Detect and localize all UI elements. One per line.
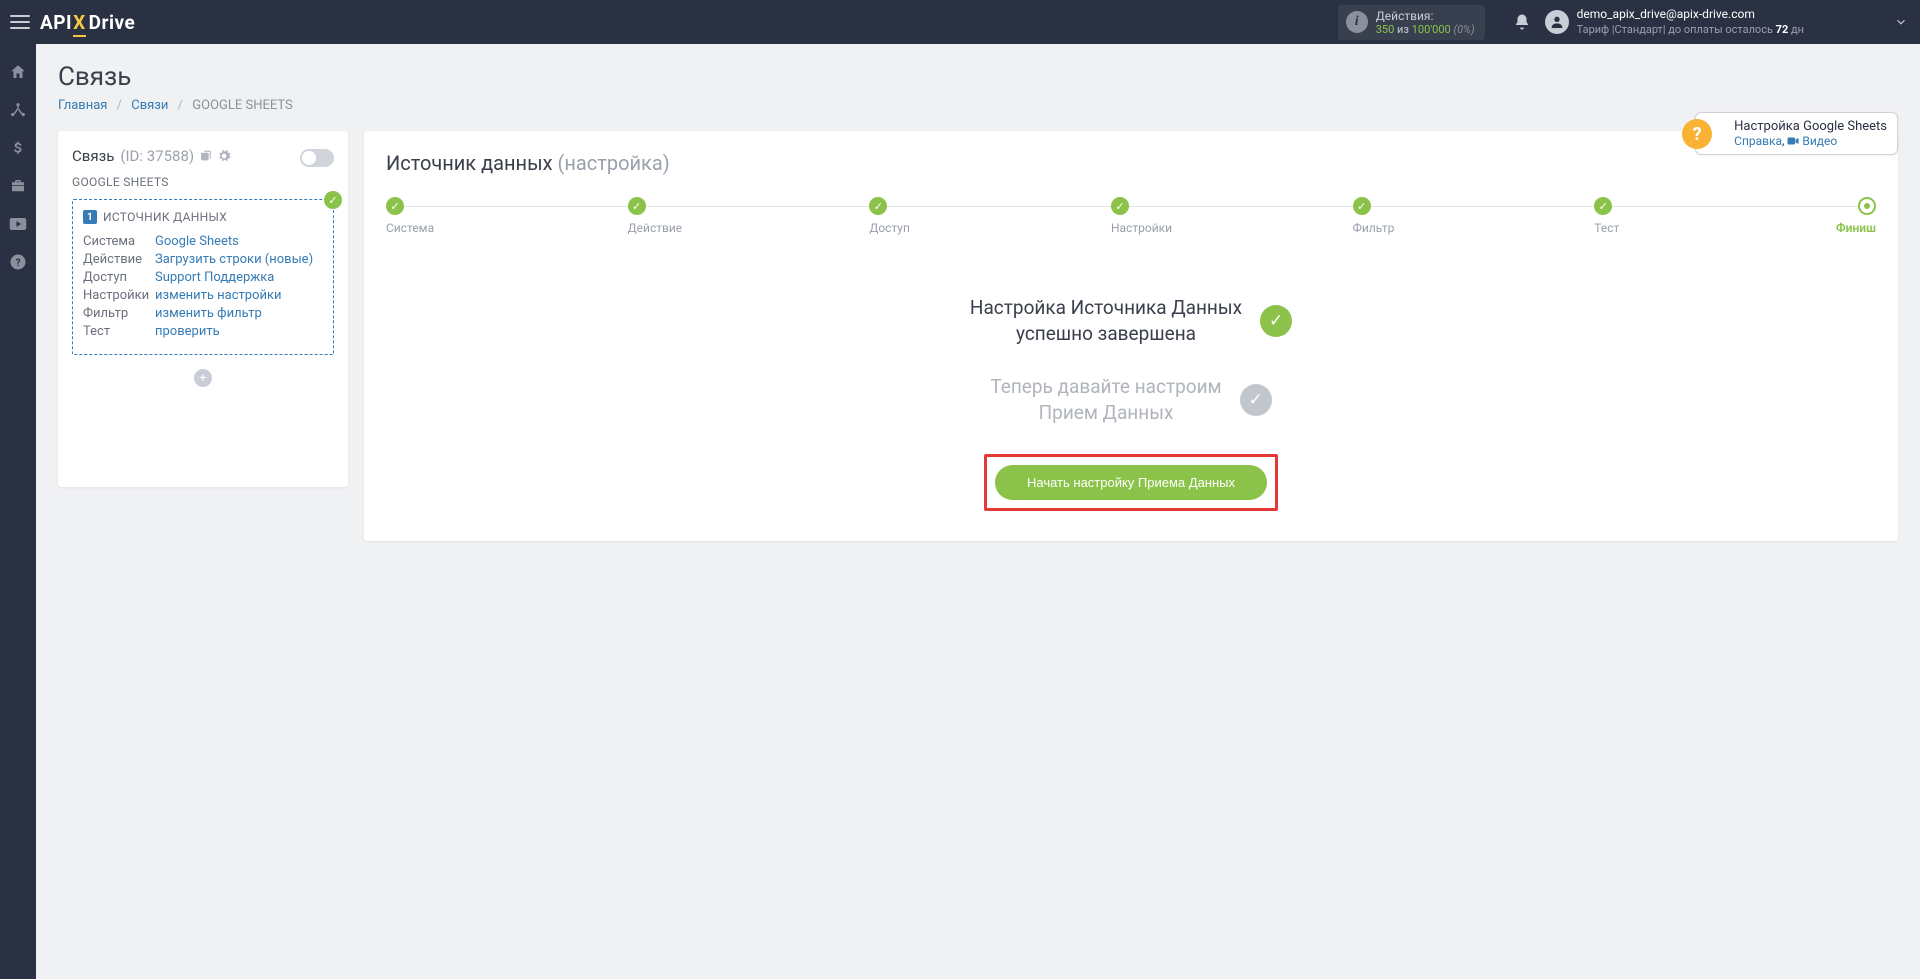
source-row: СистемаGoogle Sheets — [83, 234, 323, 249]
check-icon: ✓ — [1260, 305, 1292, 337]
left-panel: Связь (ID: 37588) GOOGLE SHEETS ✓ 1 ИСТО… — [58, 131, 348, 487]
step-dot-icon: ✓ — [386, 197, 404, 215]
step-dot-icon: ✓ — [628, 197, 646, 215]
main-panel: Источник данных (настройка) ✓Система✓Дей… — [364, 131, 1898, 541]
notifications-icon[interactable] — [1513, 13, 1531, 31]
gear-icon[interactable] — [217, 149, 231, 163]
step-label: Тест — [1594, 221, 1836, 235]
actions-sep: из — [1397, 23, 1409, 36]
source-row: Фильтризменить фильтр — [83, 306, 323, 321]
nav-home-icon[interactable] — [0, 54, 36, 90]
source-check-icon: ✓ — [324, 191, 342, 209]
actions-label: Действия: — [1376, 9, 1475, 23]
crumb-links[interactable]: Связи — [131, 98, 168, 113]
step: ✓ Действие — [628, 197, 870, 235]
source-row: Тестпроверить — [83, 324, 323, 339]
info-icon: i — [1346, 11, 1368, 33]
svg-text:?: ? — [16, 258, 21, 269]
main-title: Источник данных (настройка) — [386, 151, 1876, 175]
cta-highlight: Начать настройку Приема Данных — [984, 454, 1278, 511]
crumb-current: GOOGLE SHEETS — [192, 98, 292, 113]
nav-help-icon[interactable]: ? — [0, 244, 36, 280]
enable-toggle[interactable] — [300, 149, 334, 167]
step-dot-icon — [1858, 197, 1876, 215]
step: ✓ Настройки — [1111, 197, 1353, 235]
step-label: Финиш — [1836, 221, 1876, 235]
breadcrumb: Главная / Связи / GOOGLE SHEETS — [58, 98, 1898, 113]
step-label: Система — [386, 221, 628, 235]
help-link[interactable]: Справка — [1734, 134, 1782, 148]
step-label: Доступ — [869, 221, 1111, 235]
source-row-value[interactable]: Support Поддержка — [155, 270, 274, 285]
crumb-home[interactable]: Главная — [58, 98, 107, 113]
source-num: 1 — [83, 210, 97, 224]
source-box: ✓ 1 ИСТОЧНИК ДАННЫХ СистемаGoogle Sheets… — [72, 199, 334, 355]
source-row-value[interactable]: Google Sheets — [155, 234, 239, 249]
status-done: Настройка Источника Данных успешно завер… — [386, 295, 1876, 346]
check-icon-pending: ✓ — [1240, 384, 1272, 416]
step: ✓ Тест — [1594, 197, 1836, 235]
source-row-key: Настройки — [83, 288, 155, 303]
source-row-key: Система — [83, 234, 155, 249]
source-row-key: Тест — [83, 324, 155, 339]
step-dot-icon: ✓ — [1594, 197, 1612, 215]
source-row: ДействиеЗагрузить строки (новые) — [83, 252, 323, 267]
content: ? Настройка Google Sheets Справка, Видео… — [36, 44, 1920, 979]
user-email: demo_apix_drive@apix-drive.com — [1577, 7, 1804, 23]
step-label: Действие — [628, 221, 870, 235]
video-link[interactable]: Видео — [1802, 134, 1837, 148]
chevron-down-icon[interactable] — [1894, 15, 1908, 29]
nav-connections-icon[interactable] — [0, 92, 36, 128]
actions-used: 350 — [1376, 23, 1395, 36]
copy-icon[interactable] — [200, 149, 213, 163]
page-title: Связь — [58, 62, 1898, 92]
status-pending: Теперь давайте настроим Прием Данных ✓ — [386, 374, 1876, 425]
sidenav: ? — [0, 44, 36, 979]
source-title: ИСТОЧНИК ДАННЫХ — [103, 210, 227, 224]
source-row-key: Действие — [83, 252, 155, 267]
nav-billing-icon[interactable] — [0, 130, 36, 166]
logo-drive: Drive — [89, 11, 136, 34]
source-row-key: Доступ — [83, 270, 155, 285]
step: ✓ Фильтр — [1353, 197, 1595, 235]
nav-video-icon[interactable] — [0, 206, 36, 242]
step-dot-icon: ✓ — [1353, 197, 1371, 215]
sheet-label: GOOGLE SHEETS — [72, 175, 334, 189]
add-block-button[interactable]: + — [194, 369, 212, 387]
step-label: Фильтр — [1353, 221, 1595, 235]
source-row-key: Фильтр — [83, 306, 155, 321]
stepper: ✓Система✓Действие✓Доступ✓Настройки✓Фильт… — [386, 197, 1876, 235]
step-label: Настройки — [1111, 221, 1353, 235]
avatar-icon[interactable] — [1545, 10, 1569, 34]
start-setup-button[interactable]: Начать настройку Приема Данных — [995, 465, 1267, 500]
source-row-value[interactable]: Загрузить строки (новые) — [155, 252, 313, 267]
step-dot-icon: ✓ — [869, 197, 887, 215]
actions-counter[interactable]: i Действия: 350 из 100'000 (0%) — [1338, 5, 1485, 40]
actions-pct: (0%) — [1453, 23, 1474, 36]
user-block[interactable]: demo_apix_drive@apix-drive.com Тариф |Ст… — [1577, 7, 1804, 37]
source-row-value[interactable]: изменить фильтр — [155, 306, 262, 321]
logo-api: API — [40, 11, 72, 34]
source-row: ДоступSupport Поддержка — [83, 270, 323, 285]
nav-briefcase-icon[interactable] — [0, 168, 36, 204]
logo-x: X — [73, 11, 86, 34]
source-row-value[interactable]: проверить — [155, 324, 220, 339]
actions-total: 100'000 — [1412, 23, 1451, 36]
topbar: API X Drive i Действия: 350 из 100'000 (… — [0, 0, 1920, 44]
help-box: ? Настройка Google Sheets Справка, Видео — [1695, 112, 1898, 155]
step-dot-icon: ✓ — [1111, 197, 1129, 215]
step: Финиш — [1836, 197, 1876, 235]
left-title: Связь — [72, 147, 114, 165]
logo[interactable]: API X Drive — [40, 11, 135, 34]
source-row: Настройкиизменить настройки — [83, 288, 323, 303]
step: ✓ Система — [386, 197, 628, 235]
step: ✓ Доступ — [869, 197, 1111, 235]
menu-toggle[interactable] — [6, 8, 34, 36]
help-qmark-icon[interactable]: ? — [1682, 119, 1712, 149]
source-row-value[interactable]: изменить настройки — [155, 288, 282, 303]
user-tariff: Тариф |Стандарт| до оплаты осталось 72 д… — [1577, 23, 1804, 37]
help-title: Настройка Google Sheets — [1734, 119, 1887, 134]
left-id: (ID: 37588) — [120, 147, 194, 165]
video-cam-icon — [1787, 134, 1802, 148]
